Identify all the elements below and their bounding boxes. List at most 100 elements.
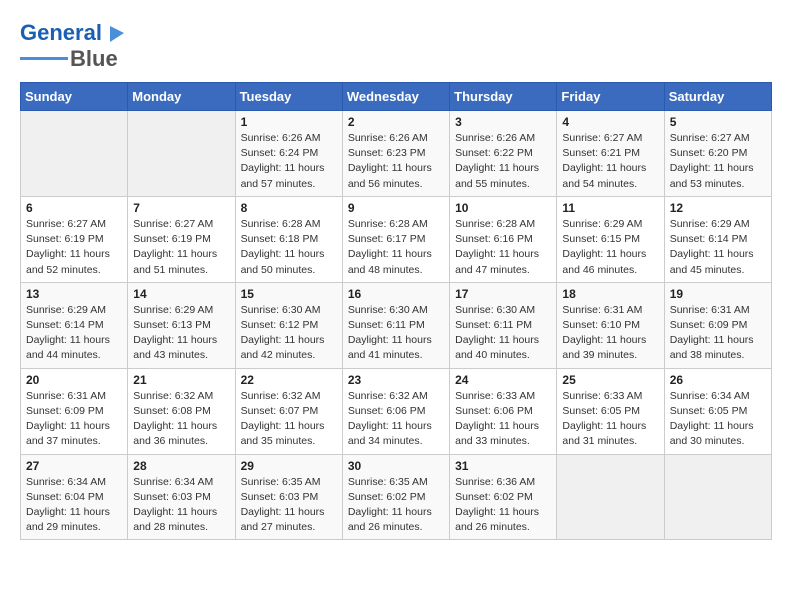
day-number: 31 (455, 459, 551, 473)
logo-text-general: General (20, 20, 102, 46)
day-number: 23 (348, 373, 444, 387)
calendar-cell (557, 454, 664, 540)
day-info: Sunrise: 6:33 AM Sunset: 6:05 PM Dayligh… (562, 389, 658, 450)
calendar-cell: 22 Sunrise: 6:32 AM Sunset: 6:07 PM Dayli… (235, 368, 342, 454)
calendar-cell: 12Sunrise: 6:29 AM Sunset: 6:14 PM Dayli… (664, 196, 771, 282)
day-number: 30 (348, 459, 444, 473)
day-info: Sunrise: 6:27 AM Sunset: 6:19 PM Dayligh… (133, 217, 229, 278)
day-info: Sunrise: 6:29 AM Sunset: 6:14 PM Dayligh… (26, 303, 122, 364)
day-number: 27 (26, 459, 122, 473)
day-number: 3 (455, 115, 551, 129)
day-info: Sunrise: 6:28 AM Sunset: 6:16 PM Dayligh… (455, 217, 551, 278)
calendar-cell: 11 Sunrise: 6:29 AM Sunset: 6:15 PM Dayli… (557, 196, 664, 282)
day-number: 26 (670, 373, 766, 387)
weekday-friday: Friday (557, 83, 664, 111)
weekday-sunday: Sunday (21, 83, 128, 111)
calendar-week-5: 27 Sunrise: 6:34 AM Sunset: 6:04 PM Dayli… (21, 454, 772, 540)
calendar-cell: 18 Sunrise: 6:31 AM Sunset: 6:10 PM Dayli… (557, 282, 664, 368)
day-info: Sunrise: 6:28 AM Sunset: 6:18 PM Dayligh… (241, 217, 337, 278)
calendar-cell: 1 Sunrise: 6:26 AM Sunset: 6:24 PM Daylig… (235, 111, 342, 197)
calendar-cell (21, 111, 128, 197)
day-info: Sunrise: 6:34 AM Sunset: 6:05 PM Dayligh… (670, 389, 766, 450)
day-info: Sunrise: 6:29 AM Sunset: 6:15 PM Dayligh… (562, 217, 658, 278)
calendar-cell: 26 Sunrise: 6:34 AM Sunset: 6:05 PM Dayli… (664, 368, 771, 454)
calendar-cell: 25 Sunrise: 6:33 AM Sunset: 6:05 PM Dayli… (557, 368, 664, 454)
logo: General Blue (20, 20, 126, 72)
calendar-cell: 17 Sunrise: 6:30 AM Sunset: 6:11 PM Dayli… (450, 282, 557, 368)
day-number: 6 (26, 201, 122, 215)
weekday-monday: Monday (128, 83, 235, 111)
calendar-cell: 13Sunrise: 6:29 AM Sunset: 6:14 PM Dayli… (21, 282, 128, 368)
day-info: Sunrise: 6:26 AM Sunset: 6:23 PM Dayligh… (348, 131, 444, 192)
day-info: Sunrise: 6:32 AM Sunset: 6:06 PM Dayligh… (348, 389, 444, 450)
day-info: Sunrise: 6:27 AM Sunset: 6:20 PM Dayligh… (670, 131, 766, 192)
day-info: Sunrise: 6:30 AM Sunset: 6:12 PM Dayligh… (241, 303, 337, 364)
calendar-cell: 24 Sunrise: 6:33 AM Sunset: 6:06 PM Dayli… (450, 368, 557, 454)
day-info: Sunrise: 6:27 AM Sunset: 6:21 PM Dayligh… (562, 131, 658, 192)
day-number: 29 (241, 459, 337, 473)
day-number: 25 (562, 373, 658, 387)
calendar-cell: 29 Sunrise: 6:35 AM Sunset: 6:03 PM Dayli… (235, 454, 342, 540)
day-info: Sunrise: 6:31 AM Sunset: 6:10 PM Dayligh… (562, 303, 658, 364)
day-info: Sunrise: 6:30 AM Sunset: 6:11 PM Dayligh… (455, 303, 551, 364)
day-number: 22 (241, 373, 337, 387)
day-info: Sunrise: 6:34 AM Sunset: 6:04 PM Dayligh… (26, 475, 122, 536)
day-number: 8 (241, 201, 337, 215)
calendar-cell: 16Sunrise: 6:30 AM Sunset: 6:11 PM Dayli… (342, 282, 449, 368)
day-number: 9 (348, 201, 444, 215)
day-number: 16 (348, 287, 444, 301)
calendar-cell (128, 111, 235, 197)
day-info: Sunrise: 6:35 AM Sunset: 6:02 PM Dayligh… (348, 475, 444, 536)
logo-text-blue: Blue (70, 46, 118, 72)
day-number: 11 (562, 201, 658, 215)
day-number: 14 (133, 287, 229, 301)
day-number: 18 (562, 287, 658, 301)
calendar-cell: 28Sunrise: 6:34 AM Sunset: 6:03 PM Dayli… (128, 454, 235, 540)
day-info: Sunrise: 6:33 AM Sunset: 6:06 PM Dayligh… (455, 389, 551, 450)
calendar-cell: 20 Sunrise: 6:31 AM Sunset: 6:09 PM Dayli… (21, 368, 128, 454)
day-number: 1 (241, 115, 337, 129)
calendar-week-3: 13Sunrise: 6:29 AM Sunset: 6:14 PM Dayli… (21, 282, 772, 368)
day-number: 2 (348, 115, 444, 129)
calendar-cell: 9Sunrise: 6:28 AM Sunset: 6:17 PM Daylig… (342, 196, 449, 282)
day-info: Sunrise: 6:32 AM Sunset: 6:07 PM Dayligh… (241, 389, 337, 450)
calendar-cell: 6 Sunrise: 6:27 AM Sunset: 6:19 PM Daylig… (21, 196, 128, 282)
day-info: Sunrise: 6:26 AM Sunset: 6:22 PM Dayligh… (455, 131, 551, 192)
day-info: Sunrise: 6:29 AM Sunset: 6:14 PM Dayligh… (670, 217, 766, 278)
day-info: Sunrise: 6:31 AM Sunset: 6:09 PM Dayligh… (670, 303, 766, 364)
day-info: Sunrise: 6:26 AM Sunset: 6:24 PM Dayligh… (241, 131, 337, 192)
calendar-cell: 8 Sunrise: 6:28 AM Sunset: 6:18 PM Daylig… (235, 196, 342, 282)
day-number: 20 (26, 373, 122, 387)
day-info: Sunrise: 6:31 AM Sunset: 6:09 PM Dayligh… (26, 389, 122, 450)
calendar-week-2: 6 Sunrise: 6:27 AM Sunset: 6:19 PM Daylig… (21, 196, 772, 282)
weekday-header-row: SundayMondayTuesdayWednesdayThursdayFrid… (21, 83, 772, 111)
day-info: Sunrise: 6:27 AM Sunset: 6:19 PM Dayligh… (26, 217, 122, 278)
calendar-cell: 27 Sunrise: 6:34 AM Sunset: 6:04 PM Dayli… (21, 454, 128, 540)
day-number: 24 (455, 373, 551, 387)
calendar-cell: 31 Sunrise: 6:36 AM Sunset: 6:02 PM Dayli… (450, 454, 557, 540)
day-info: Sunrise: 6:29 AM Sunset: 6:13 PM Dayligh… (133, 303, 229, 364)
weekday-tuesday: Tuesday (235, 83, 342, 111)
day-number: 21 (133, 373, 229, 387)
day-info: Sunrise: 6:35 AM Sunset: 6:03 PM Dayligh… (241, 475, 337, 536)
calendar-cell: 10Sunrise: 6:28 AM Sunset: 6:16 PM Dayli… (450, 196, 557, 282)
calendar-cell: 4Sunrise: 6:27 AM Sunset: 6:21 PM Daylig… (557, 111, 664, 197)
calendar-cell: 2 Sunrise: 6:26 AM Sunset: 6:23 PM Daylig… (342, 111, 449, 197)
calendar-week-4: 20 Sunrise: 6:31 AM Sunset: 6:09 PM Dayli… (21, 368, 772, 454)
day-number: 7 (133, 201, 229, 215)
day-number: 15 (241, 287, 337, 301)
calendar-week-1: 1 Sunrise: 6:26 AM Sunset: 6:24 PM Daylig… (21, 111, 772, 197)
calendar-cell: 5 Sunrise: 6:27 AM Sunset: 6:20 PM Daylig… (664, 111, 771, 197)
calendar-table: SundayMondayTuesdayWednesdayThursdayFrid… (20, 82, 772, 540)
day-number: 5 (670, 115, 766, 129)
calendar-cell: 21Sunrise: 6:32 AM Sunset: 6:08 PM Dayli… (128, 368, 235, 454)
calendar-cell: 3 Sunrise: 6:26 AM Sunset: 6:22 PM Daylig… (450, 111, 557, 197)
weekday-thursday: Thursday (450, 83, 557, 111)
calendar-cell: 30 Sunrise: 6:35 AM Sunset: 6:02 PM Dayli… (342, 454, 449, 540)
page-header: General Blue (20, 20, 772, 72)
day-number: 28 (133, 459, 229, 473)
day-number: 17 (455, 287, 551, 301)
calendar-cell (664, 454, 771, 540)
logo-triangle-icon (104, 22, 126, 44)
day-info: Sunrise: 6:36 AM Sunset: 6:02 PM Dayligh… (455, 475, 551, 536)
